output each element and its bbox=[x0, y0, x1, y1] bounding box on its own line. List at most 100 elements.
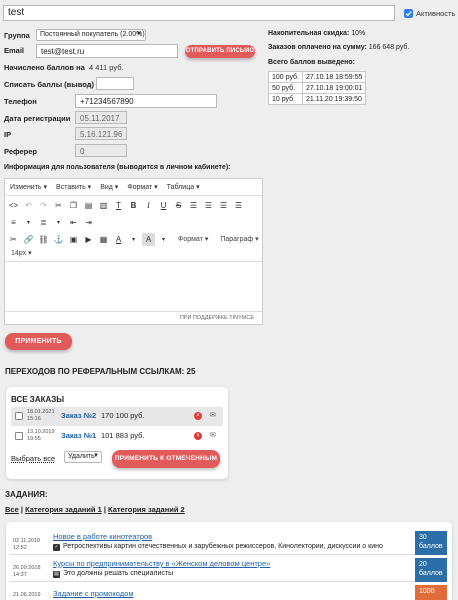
select-all-link[interactable]: Выбрать все bbox=[11, 454, 55, 463]
filter-category-1[interactable]: Категория заданий 1 bbox=[25, 505, 102, 514]
user-name-input[interactable]: test bbox=[3, 5, 395, 21]
task-filters: Все | Категория заданий 1 | Категория за… bbox=[5, 505, 185, 514]
text-color-icon[interactable]: A bbox=[112, 233, 125, 246]
activity-checkbox[interactable] bbox=[404, 9, 413, 18]
orders-sum-label: Заказов оплачено на сумму: bbox=[268, 44, 367, 51]
orders-title: ВСЕ ЗАКАЗЫ bbox=[11, 395, 65, 404]
filter-separator: | bbox=[103, 505, 106, 514]
order-link[interactable]: Заказ №2 bbox=[61, 411, 96, 420]
redo-icon[interactable]: ↷ bbox=[37, 199, 50, 212]
referrer-label: Реферер bbox=[4, 147, 37, 156]
mail-icon[interactable]: ✉ bbox=[210, 431, 216, 439]
strikethrough-icon[interactable]: S bbox=[172, 199, 185, 212]
list-item: 26.09.2018 14:37 Курсы по предприниматель… bbox=[10, 558, 447, 582]
numbered-list-icon[interactable]: ≣ bbox=[37, 216, 50, 229]
link-icon[interactable]: 🔗 bbox=[22, 233, 35, 246]
chevron-down-icon[interactable]: ▾ bbox=[127, 233, 140, 246]
align-left-icon[interactable]: ☰ bbox=[187, 199, 200, 212]
task-badge: 1000 bbox=[415, 585, 447, 600]
task-link[interactable]: Новое в работе кинотеатров bbox=[53, 532, 152, 541]
task-desc-row: ▤ Это должны решать специалисты bbox=[53, 570, 173, 578]
table-row: 100 руб. 27.10.18 18:59:55 bbox=[268, 71, 367, 83]
group-select[interactable]: Постоянный покупатель (2.00%) ▼ bbox=[36, 29, 146, 41]
order-checkbox[interactable] bbox=[15, 432, 23, 440]
task-link[interactable]: Задание с промокодом bbox=[53, 589, 133, 598]
bullet-list-icon[interactable]: ≡ bbox=[7, 216, 20, 229]
paste-icon[interactable]: ▤ bbox=[82, 199, 95, 212]
outdent-icon[interactable]: ⇤ bbox=[67, 216, 80, 229]
bold-icon[interactable]: B bbox=[127, 199, 140, 212]
editor-content[interactable] bbox=[5, 261, 262, 311]
clear-format-icon[interactable]: T bbox=[112, 199, 125, 212]
code-icon[interactable]: <> bbox=[7, 199, 20, 212]
table-icon[interactable]: ▦ bbox=[97, 233, 110, 246]
filter-category-2[interactable]: Категория заданий 2 bbox=[108, 505, 185, 514]
tasks-card: 02.11.2018 12:52 Новое в работе кинотеатр… bbox=[6, 522, 452, 600]
task-date: 02.11.2018 12:52 bbox=[13, 538, 41, 551]
menu-table[interactable]: Таблица ▾ bbox=[167, 183, 200, 191]
paragraph-dropdown[interactable]: Параграф ▾ bbox=[220, 235, 258, 243]
withdrawn-label: Всего баллов выведено: bbox=[268, 59, 355, 66]
writeoff-input[interactable] bbox=[96, 77, 134, 90]
align-center-icon[interactable]: ☰ bbox=[202, 199, 215, 212]
order-link[interactable]: Заказ №1 bbox=[61, 431, 96, 440]
editor-toolbar-row3: ✂ 🔗 ⛓ ⚓ ▣ ▶ ▦ A ▾ A ▾ Формат ▾ Параграф … bbox=[7, 231, 259, 247]
task-link[interactable]: Курсы по предпринимательству в «Женском … bbox=[53, 559, 270, 568]
italic-icon[interactable]: I bbox=[142, 199, 155, 212]
email-field[interactable]: test@test.ru bbox=[36, 44, 178, 58]
undo-icon[interactable]: ↶ bbox=[22, 199, 35, 212]
group-label: Группа bbox=[4, 31, 30, 40]
table-row: 18.01.2021 15:16 Заказ №2 170 100 руб. × … bbox=[11, 407, 223, 426]
unlink-icon[interactable]: ⛓ bbox=[37, 233, 50, 246]
filter-separator: | bbox=[20, 505, 23, 514]
align-justify-icon[interactable]: ☰ bbox=[232, 199, 245, 212]
withdrawal-date: 21.11.20 19:39:50 bbox=[301, 93, 367, 105]
task-date: 21.06.2019 bbox=[13, 592, 41, 598]
copy-icon[interactable]: ❐ bbox=[67, 199, 80, 212]
menu-edit[interactable]: Изменить ▾ bbox=[10, 183, 47, 191]
ip-value: 5.16.121.96 bbox=[75, 127, 127, 140]
menu-format[interactable]: Формат ▾ bbox=[127, 183, 157, 191]
filter-all[interactable]: Все bbox=[5, 505, 19, 514]
align-right-icon[interactable]: ☰ bbox=[217, 199, 230, 212]
bg-color-icon[interactable]: A bbox=[142, 232, 155, 246]
order-sum: 170 100 руб. bbox=[101, 411, 145, 420]
chevron-down-icon[interactable]: ▾ bbox=[52, 216, 65, 229]
delete-icon[interactable]: × bbox=[194, 412, 202, 420]
font-size-dropdown[interactable]: 14px ▾ bbox=[11, 249, 32, 261]
menu-view[interactable]: Вид ▾ bbox=[100, 183, 118, 191]
tinymce-credit[interactable]: ПРИ ПОДДЕРЖКЕ TINYMCE bbox=[5, 311, 262, 324]
referrals-row: ПЕРЕХОДОВ ПО РЕФЕРАЛЬНЫМ ССЫЛКАМ: 25 bbox=[5, 367, 195, 376]
task-date: 26.09.2018 14:37 bbox=[13, 565, 41, 578]
activity-label: Активность bbox=[416, 9, 456, 18]
orders-sum-value: 166 648 руб. bbox=[368, 44, 410, 51]
phone-label: Телефон bbox=[4, 97, 37, 106]
chevron-down-icon[interactable]: ▾ bbox=[157, 233, 170, 246]
order-sum: 101 883 руб. bbox=[101, 431, 145, 440]
format-dropdown[interactable]: Формат ▾ bbox=[178, 235, 208, 243]
apply-selected-button[interactable]: ПРИМЕНИТЬ К ОТМЕЧЕННЫМ bbox=[112, 450, 220, 468]
indent-icon[interactable]: ⇥ bbox=[82, 216, 95, 229]
list-item: 02.11.2018 12:52 Новое в работе кинотеатр… bbox=[10, 531, 447, 555]
send-email-button[interactable]: ОТПРАВИТЬ ПИСЬМО bbox=[185, 45, 255, 58]
paste-text-icon[interactable]: ▥ bbox=[97, 199, 110, 212]
cut-icon[interactable]: ✂ bbox=[7, 233, 20, 246]
bulk-action-select[interactable]: Удалить ▼ bbox=[64, 451, 102, 463]
order-date: 13.10.2019 19:55 bbox=[27, 429, 55, 442]
chevron-down-icon[interactable]: ▾ bbox=[22, 216, 35, 229]
delete-icon[interactable]: × bbox=[194, 432, 202, 440]
apply-button[interactable]: ПРИМЕНИТЬ bbox=[5, 333, 72, 350]
orders-card: ВСЕ ЗАКАЗЫ 18.01.2021 15:16 Заказ №2 170 … bbox=[6, 387, 228, 479]
withdrawal-date: 27.10.18 19:00:01 bbox=[301, 82, 367, 94]
editor-menubar: Изменить ▾ Вставить ▾ Вид ▾ Формат ▾ Таб… bbox=[5, 179, 262, 196]
menu-insert[interactable]: Вставить ▾ bbox=[56, 183, 91, 191]
email-label: Email bbox=[4, 46, 25, 55]
underline-icon[interactable]: U bbox=[157, 199, 170, 212]
phone-field[interactable]: +71234567890 bbox=[75, 94, 217, 108]
cut-icon[interactable]: ✂ bbox=[52, 199, 65, 212]
mail-icon[interactable]: ✉ bbox=[210, 411, 216, 419]
order-checkbox[interactable] bbox=[15, 412, 23, 420]
image-icon[interactable]: ▣ bbox=[67, 233, 80, 246]
anchor-icon[interactable]: ⚓ bbox=[52, 233, 65, 246]
media-icon[interactable]: ▶ bbox=[82, 233, 95, 246]
